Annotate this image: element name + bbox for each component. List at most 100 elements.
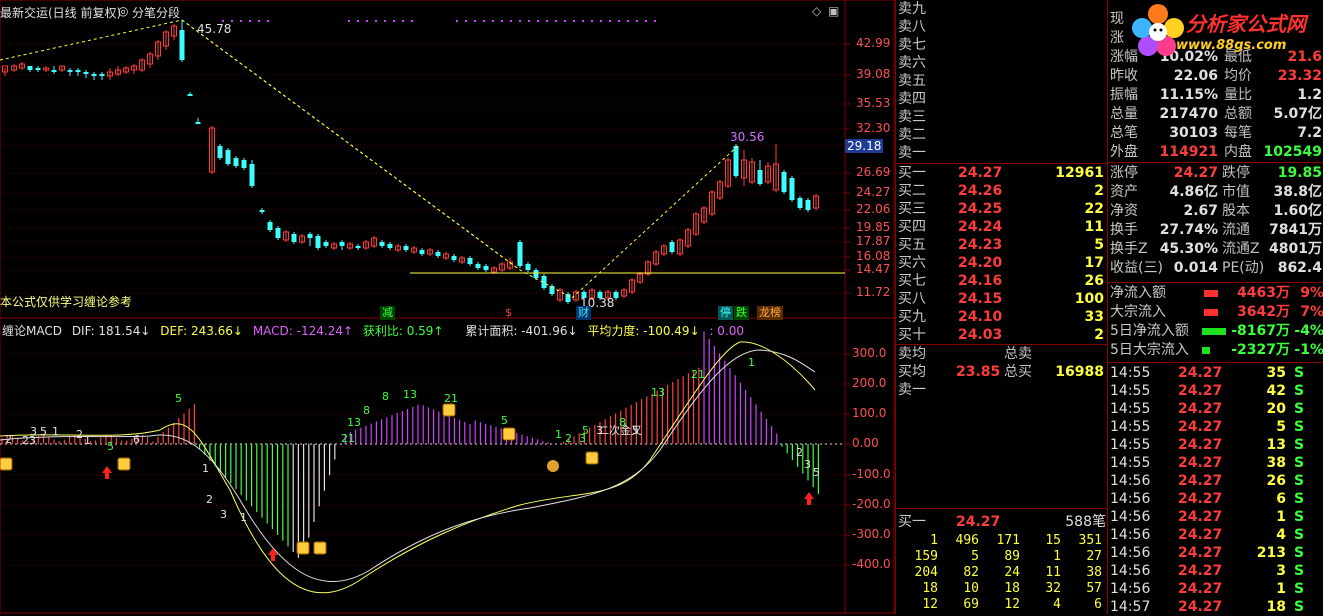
tick-row[interactable]: 14:56 24.27 6 S [1108, 490, 1323, 508]
tick-row[interactable]: 14:55 24.27 13 S [1108, 436, 1323, 454]
buy-level-row[interactable]: 买五 24.23 5 [896, 236, 1108, 254]
fundamental-row: 换手 27.74% 流通 7841万 [1108, 221, 1323, 239]
candle-body [91, 74, 97, 76]
price-axis-label: 14.47 [856, 262, 891, 276]
buy-level-label: 买七 [898, 273, 926, 289]
tick-time: 14:56 [1110, 581, 1151, 597]
tick-time: 14:56 [1110, 563, 1151, 579]
chart-mode[interactable]: 分笔分段 [132, 4, 180, 21]
fundamental-label: 流通Z [1222, 241, 1260, 257]
buy-level-row[interactable]: 买一 24.27 12961 [896, 164, 1108, 182]
tick-row[interactable]: 14:55 24.27 5 S [1108, 418, 1323, 436]
macd-force: 平均力度: -100.49↓ [587, 324, 700, 338]
marker-dot [627, 20, 629, 22]
tick-row[interactable]: 14:55 24.27 35 S [1108, 364, 1323, 382]
fundamental-value: 0.014 [1173, 260, 1218, 276]
queue-cell: 15 [1045, 533, 1061, 548]
macd-axis-label: -300.0 [852, 527, 891, 541]
price-axis-label: 11.72 [856, 285, 891, 299]
tick-row[interactable]: 14:56 24.27 4 S [1108, 526, 1323, 544]
queue-cell: 32 [1045, 581, 1061, 596]
sell-tag[interactable]: $ [503, 306, 514, 320]
tick-side: S [1294, 437, 1305, 453]
buy-arrow-icon [102, 466, 112, 479]
macd-annotation: 3 [804, 458, 811, 471]
tick-row[interactable]: 14:55 24.27 42 S [1108, 382, 1323, 400]
dragon-tag[interactable]: 龙榜 [757, 306, 783, 320]
signal-box-icon [585, 451, 599, 465]
menu-icon[interactable]: ▣ [828, 4, 839, 18]
fundamental-value: 27.74% [1159, 222, 1218, 238]
reduce-tag[interactable]: 减 [380, 306, 395, 320]
chart-mode-icon[interactable]: ◎ [118, 4, 128, 18]
tick-row[interactable]: 14:55 24.27 38 S [1108, 454, 1323, 472]
fund-flow-bar [1202, 328, 1226, 335]
marker-dot [582, 20, 584, 22]
buy-level-row[interactable]: 买九 24.10 33 [896, 308, 1108, 326]
macd-annotation: 2 [796, 446, 803, 459]
marker-dot [528, 20, 530, 22]
fundamental-label: 涨停 [1110, 165, 1138, 181]
diamond-icon[interactable]: ◇ [812, 4, 821, 18]
marker-dot [258, 20, 260, 22]
sell-level-label: 卖三 [898, 109, 926, 125]
buy-level-label: 买五 [898, 237, 926, 253]
macd-annotation: 5 [813, 466, 820, 479]
buy-level-row[interactable]: 买三 24.25 22 [896, 200, 1108, 218]
tick-row[interactable]: 14:56 24.27 3 S [1108, 562, 1323, 580]
tick-volume: 18 [1266, 599, 1286, 615]
candle-body [669, 242, 675, 252]
buy-level-volume: 17 [1084, 255, 1104, 271]
buy-level-label: 买十 [898, 327, 926, 343]
tick-volume: 1 [1276, 509, 1286, 525]
tick-side: S [1294, 455, 1305, 471]
macd-annotation: 5 [582, 424, 589, 437]
tick-price: 24.27 [1178, 437, 1223, 453]
buy-level-row[interactable]: 买七 24.16 26 [896, 272, 1108, 290]
sell-level-label: 卖四 [898, 91, 926, 107]
fund-flow-tail: 9% [1300, 285, 1323, 301]
candle-body [475, 264, 481, 268]
buy-level-volume: 26 [1084, 273, 1104, 289]
buy-level-row[interactable]: 买十 24.03 2 [896, 326, 1108, 344]
marker-dot [474, 20, 476, 22]
tick-row[interactable]: 14:57 24.27 18 S [1108, 598, 1323, 616]
marker-dot [411, 20, 413, 22]
price-axis-label: 19.85 [856, 220, 891, 234]
kline-chart[interactable]: 最新交运(日线 前复权) ◎ 分笔分段 ◇ ▣ 45.78 10.38 30.5… [0, 0, 895, 614]
quote-value: 23.32 [1277, 68, 1322, 84]
tick-row[interactable]: 14:56 24.27 1 S [1108, 508, 1323, 526]
finance-tag[interactable]: 财 [576, 306, 591, 320]
buy-level-volume: 12961 [1055, 165, 1104, 181]
queue-cell: 82 [963, 565, 979, 580]
tick-row[interactable]: 14:56 24.27 1 S [1108, 580, 1323, 598]
quote-label: 总量 [1110, 106, 1138, 122]
buy-level-volume: 5 [1094, 237, 1104, 253]
drop-tag[interactable]: 跌 [734, 306, 749, 320]
macd-annotation: 13 [347, 416, 361, 429]
tick-row[interactable]: 14:55 24.27 20 S [1108, 400, 1323, 418]
quote-label: 振幅 [1110, 87, 1138, 103]
macd-value: MACD: -124.24↑ [252, 324, 354, 338]
macd-annotation: 21 [691, 368, 705, 381]
tick-row[interactable]: 14:56 24.27 26 S [1108, 472, 1323, 490]
buy-level-volume: 11 [1084, 219, 1104, 235]
tick-row[interactable]: 14:56 24.27 213 S [1108, 544, 1323, 562]
buy-level-row[interactable]: 买六 24.20 17 [896, 254, 1108, 272]
candle-body [249, 164, 255, 186]
quote-label: 均价 [1224, 68, 1252, 84]
queue-header: 买一 24.27 588笔 [896, 513, 1108, 531]
buy-level-row[interactable]: 买八 24.15 100 [896, 290, 1108, 308]
candle-body [241, 160, 247, 168]
fundamental-label: 换手Z [1110, 241, 1148, 257]
buy-level-label: 买四 [898, 219, 926, 235]
buy-level-row[interactable]: 买二 24.26 2 [896, 182, 1108, 200]
sell-level-label: 卖五 [898, 73, 926, 89]
marker-dot [384, 20, 386, 22]
fund-flow-tail: -1% [1294, 342, 1323, 358]
limit-up-tag[interactable]: 停 [718, 306, 733, 320]
orderbook-panel: 卖九 卖八 卖七 卖六 卖五 卖四 卖三 卖二 卖一 买一 24.27 12961 买二 24.26 2 买… [895, 0, 1108, 614]
buy-level-row[interactable]: 买四 24.24 11 [896, 218, 1108, 236]
queue-cell: 204 [914, 565, 938, 580]
queue-cell: 6 [1094, 597, 1102, 612]
